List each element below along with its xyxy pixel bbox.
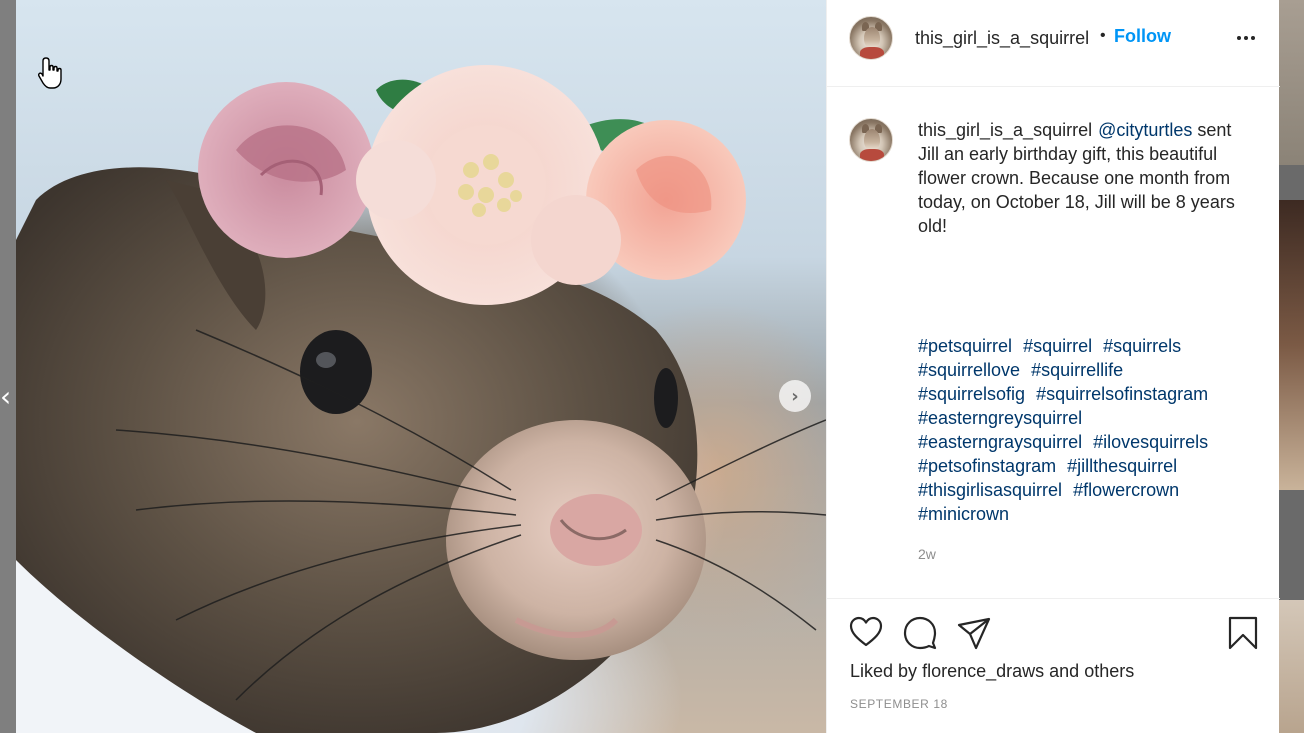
hashtag-link[interactable]: #squirrelsofig [918,384,1025,404]
post-actions: Liked by florence_draws and others SEPTE… [827,598,1280,733]
paper-plane-icon[interactable] [956,615,992,651]
caption-username-link[interactable]: this_girl_is_a_squirrel [918,120,1092,140]
bookmark-icon[interactable] [1225,615,1261,651]
heart-icon[interactable] [848,615,884,651]
avatar[interactable] [849,118,893,162]
separator-dot: • [1100,27,1106,44]
backdrop-left [0,0,16,733]
liked-by-others-link[interactable]: others [1084,661,1134,681]
post-details-panel: this_girl_is_a_squirrel • Follow this_gi… [826,0,1280,733]
comment-bubble-icon[interactable] [902,615,938,651]
hashtag-link[interactable]: #squirrellife [1031,360,1123,380]
post-header: this_girl_is_a_squirrel • Follow [827,0,1280,87]
time-ago[interactable]: 2w [918,546,936,562]
hashtag-link[interactable]: #squirrelsofinstagram [1036,384,1208,404]
hashtag-link[interactable]: #thisgirlisasquirrel [918,480,1062,500]
caption-mention-link[interactable]: @cityturtles [1098,120,1192,140]
hashtag-link[interactable]: #easterngreysquirrel [918,408,1082,428]
background-post-thumbnail [1279,0,1304,165]
hashtag-link[interactable]: #ilovesquirrels [1093,432,1208,452]
hashtag-link[interactable]: #minicrown [918,504,1009,524]
hashtag-link[interactable]: #flowercrown [1073,480,1179,500]
hashtag-link[interactable]: #petsofinstagram [918,456,1056,476]
liked-by-line: Liked by florence_draws and others [850,661,1134,682]
background-post-thumbnail [1279,200,1304,490]
hashtag-link[interactable]: #squirrellove [918,360,1020,380]
hashtag-link[interactable]: #squirrel [1023,336,1092,356]
hashtag-link[interactable]: #jillthesquirrel [1067,456,1177,476]
liked-by-user-link[interactable]: florence_draws [922,661,1044,681]
hashtag-link[interactable]: #squirrels [1103,336,1181,356]
caption-text: this_girl_is_a_squirrel @cityturtles sent… [918,118,1238,238]
chevron-right-icon: › [791,385,799,407]
previous-post-button[interactable]: ‹ [0,379,14,413]
liked-by-conjunction: and [1049,661,1080,681]
squirrel-photo-illustration [16,65,826,733]
hand-pointer-cursor-icon [38,57,62,89]
post-photo[interactable] [16,0,826,733]
header-username-link[interactable]: this_girl_is_a_squirrel [915,28,1089,49]
follow-button[interactable]: Follow [1114,26,1171,47]
hashtag-link[interactable]: #petsquirrel [918,336,1012,356]
hashtag-link[interactable]: #easterngraysquirrel [918,432,1082,452]
hashtag-list: #petsquirrel #squirrel #squirrels #squir… [918,334,1238,526]
background-post-thumbnail [1279,600,1304,733]
more-options-icon[interactable] [1234,26,1258,50]
next-photo-button[interactable]: › [779,380,811,412]
post-date[interactable]: SEPTEMBER 18 [850,697,948,711]
liked-by-prefix: Liked by [850,661,918,681]
backdrop-right [1279,0,1304,733]
chevron-left-icon: ‹ [0,379,12,413]
caption-section: this_girl_is_a_squirrel @cityturtles sent… [827,88,1280,598]
avatar[interactable] [849,16,893,60]
